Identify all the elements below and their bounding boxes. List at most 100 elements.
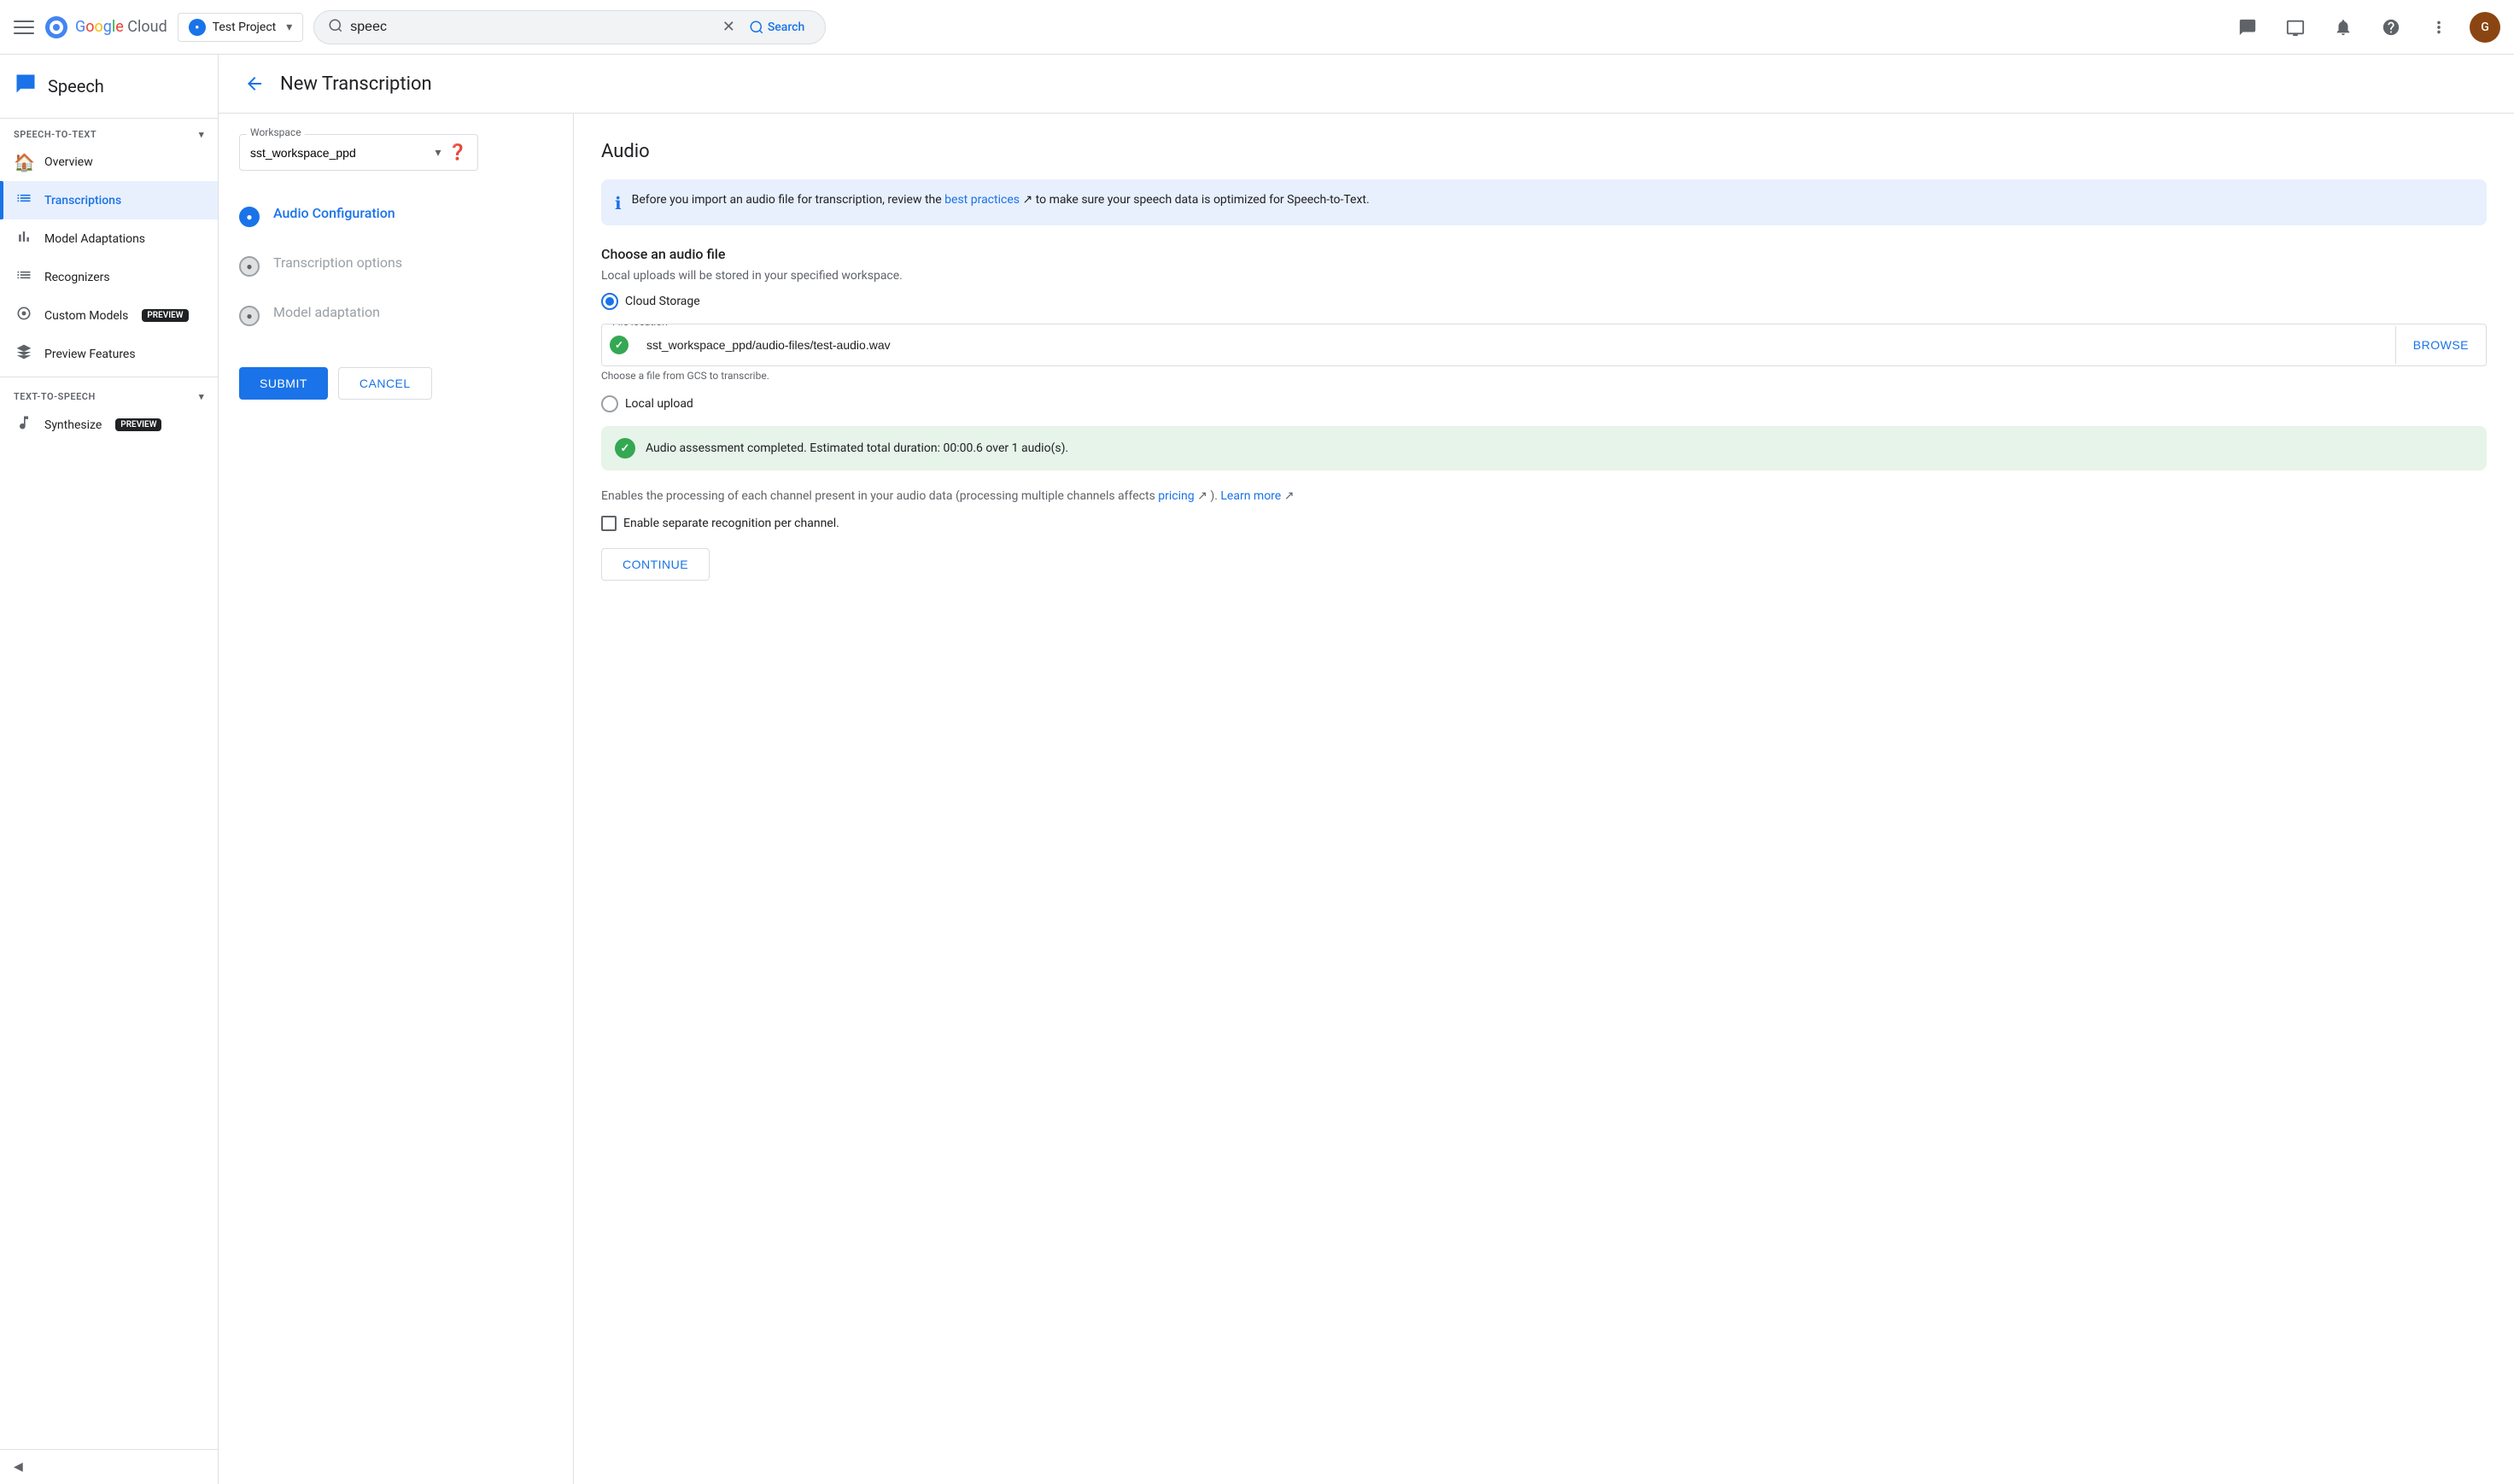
file-location-float-label: File location * [609, 324, 678, 328]
sidebar-item-transcriptions[interactable]: Transcriptions [0, 181, 218, 219]
menu-icon[interactable] [14, 17, 34, 38]
cloud-storage-label: Cloud Storage [625, 295, 700, 308]
chevron-down-icon: ▾ [286, 20, 292, 34]
step-2-label: Transcription options [273, 254, 552, 271]
wizard-step-model-adaptation[interactable]: ● Model adaptation [239, 290, 552, 340]
wizard-step-transcription-options[interactable]: ● Transcription options [239, 241, 552, 290]
content-area: New Transcription Workspace sst_workspac… [219, 55, 2514, 1484]
project-name: Test Project [213, 20, 276, 34]
pricing-link[interactable]: pricing [1158, 489, 1194, 503]
collapse-icon: ◀ [14, 1460, 23, 1474]
storage-hint: Local uploads will be stored in your spe… [601, 269, 2487, 283]
stt-chevron-icon[interactable]: ▾ [199, 129, 204, 140]
wizard-panel: Workspace sst_workspace_ppd ▾ ❓ [219, 114, 574, 1484]
sidebar-item-custom-models[interactable]: Custom Models PREVIEW [0, 296, 218, 335]
search-button[interactable]: Search [742, 20, 811, 35]
sidebar-header: Speech [0, 55, 218, 119]
workspace-chevron-icon: ▾ [436, 146, 441, 160]
overview-icon: 🏠 [14, 152, 34, 172]
sidebar-item-recognizers[interactable]: Recognizers [0, 258, 218, 296]
channel-checkbox[interactable] [601, 516, 617, 531]
radio-local-upload[interactable]: Local upload [601, 395, 2487, 412]
search-input[interactable] [350, 20, 715, 35]
file-location-field: File location * BROWSE [601, 324, 2487, 366]
local-upload-label: Local upload [625, 397, 693, 411]
audio-section-title: Audio [601, 141, 2487, 162]
more-options-icon-btn[interactable] [2422, 10, 2456, 44]
search-btn-icon [749, 20, 764, 35]
step-2-indicator: ● [239, 256, 260, 277]
sidebar-item-label: Transcriptions [44, 194, 121, 207]
project-selector[interactable]: Test Project ▾ [178, 13, 304, 42]
help-icon-btn[interactable] [2374, 10, 2408, 44]
synthesize-icon [14, 414, 34, 435]
sidebar-item-overview[interactable]: 🏠 Overview [0, 143, 218, 181]
workspace-help-icon[interactable]: ❓ [448, 143, 467, 161]
custom-models-icon [14, 305, 34, 326]
success-text: Audio assessment completed. Estimated to… [646, 441, 1068, 455]
browse-button[interactable]: BROWSE [2395, 326, 2486, 364]
submit-button[interactable]: SUBMIT [239, 367, 328, 400]
info-text: Before you import an audio file for tran… [632, 191, 1370, 209]
collapse-sidebar-btn[interactable]: ◀ [0, 1449, 218, 1484]
radio-group-local: Local upload [601, 395, 2487, 412]
file-location-group: File location * BROWSE Choose a file fro… [601, 324, 2487, 382]
transcriptions-icon [14, 190, 34, 211]
gc-icon [44, 15, 68, 39]
local-upload-radio[interactable] [601, 395, 618, 412]
file-location-hint: Choose a file from GCS to transcribe. [601, 370, 2487, 382]
wizard-steps: ● Audio Configuration ● Transcription op… [239, 191, 552, 340]
workspace-label: Workspace [247, 126, 305, 138]
sidebar-item-label: Custom Models [44, 309, 128, 323]
sidebar-item-synthesize[interactable]: Synthesize PREVIEW [0, 406, 218, 444]
step-1-indicator: ● [239, 207, 260, 227]
cancel-button[interactable]: CANCEL [338, 367, 432, 400]
sidebar: Speech Speech-to-Text ▾ 🏠 Overview Trans… [0, 55, 219, 1484]
learn-more-link[interactable]: Learn more [1220, 489, 1281, 503]
best-practices-link[interactable]: best practices [944, 193, 1020, 207]
logo-text: Google Cloud [75, 18, 167, 36]
google-cloud-logo[interactable]: Google Cloud [44, 15, 167, 39]
channel-checkbox-label: Enable separate recognition per channel. [623, 517, 839, 530]
search-clear-icon[interactable]: ✕ [716, 18, 742, 36]
project-icon [189, 19, 206, 36]
channel-section: Enables the processing of each channel p… [601, 488, 2487, 531]
file-check-area [602, 324, 636, 365]
audio-panel: Audio ℹ Before you import an audio file … [574, 114, 2514, 1484]
file-path-input[interactable] [636, 326, 2395, 364]
success-icon [615, 438, 635, 459]
choose-audio-label: Choose an audio file [601, 246, 2487, 262]
learn-more-external-icon: ↗ [1284, 489, 1295, 503]
stt-section-label: Speech-to-Text ▾ [0, 119, 218, 143]
radio-cloud-storage[interactable]: Cloud Storage [601, 293, 2487, 310]
wizard-step-audio-config[interactable]: ● Audio Configuration [239, 191, 552, 241]
sidebar-item-label: Recognizers [44, 271, 110, 284]
workspace-wrapper: Workspace sst_workspace_ppd ▾ ❓ [239, 134, 478, 171]
sidebar-item-model-adaptations[interactable]: Model Adaptations [0, 219, 218, 258]
topbar-left: Google Cloud Test Project ▾ [14, 13, 303, 42]
monitor-icon-btn[interactable] [2278, 10, 2312, 44]
tts-chevron-icon[interactable]: ▾ [199, 391, 204, 402]
avatar-initials: G [2481, 20, 2489, 34]
workspace-select[interactable]: sst_workspace_ppd [250, 146, 436, 160]
info-banner: ℹ Before you import an audio file for tr… [601, 179, 2487, 225]
workspace-select-row: sst_workspace_ppd ▾ ❓ [240, 135, 477, 170]
step-3-indicator: ● [239, 306, 260, 326]
sidebar-item-preview-features[interactable]: Preview Features [0, 335, 218, 373]
search-bar: ✕ Search [313, 10, 826, 44]
sidebar-item-label: Model Adaptations [44, 232, 145, 246]
channel-checkbox-row[interactable]: Enable separate recognition per channel. [601, 516, 2487, 531]
recognizers-icon [14, 266, 34, 288]
cloud-storage-radio[interactable] [601, 293, 618, 310]
search-icon [328, 18, 343, 37]
continue-button[interactable]: CONTINUE [601, 548, 710, 581]
topbar-right: G [2230, 10, 2500, 44]
notifications-icon-btn[interactable] [2326, 10, 2360, 44]
back-button[interactable] [239, 68, 270, 99]
wizard-actions: SUBMIT CANCEL [239, 367, 552, 400]
chat-icon-btn[interactable] [2230, 10, 2265, 44]
external-link-icon: ↗ [1022, 193, 1035, 207]
preview-features-icon [14, 343, 34, 365]
avatar[interactable]: G [2470, 12, 2500, 43]
step-3-label: Model adaptation [273, 304, 552, 320]
